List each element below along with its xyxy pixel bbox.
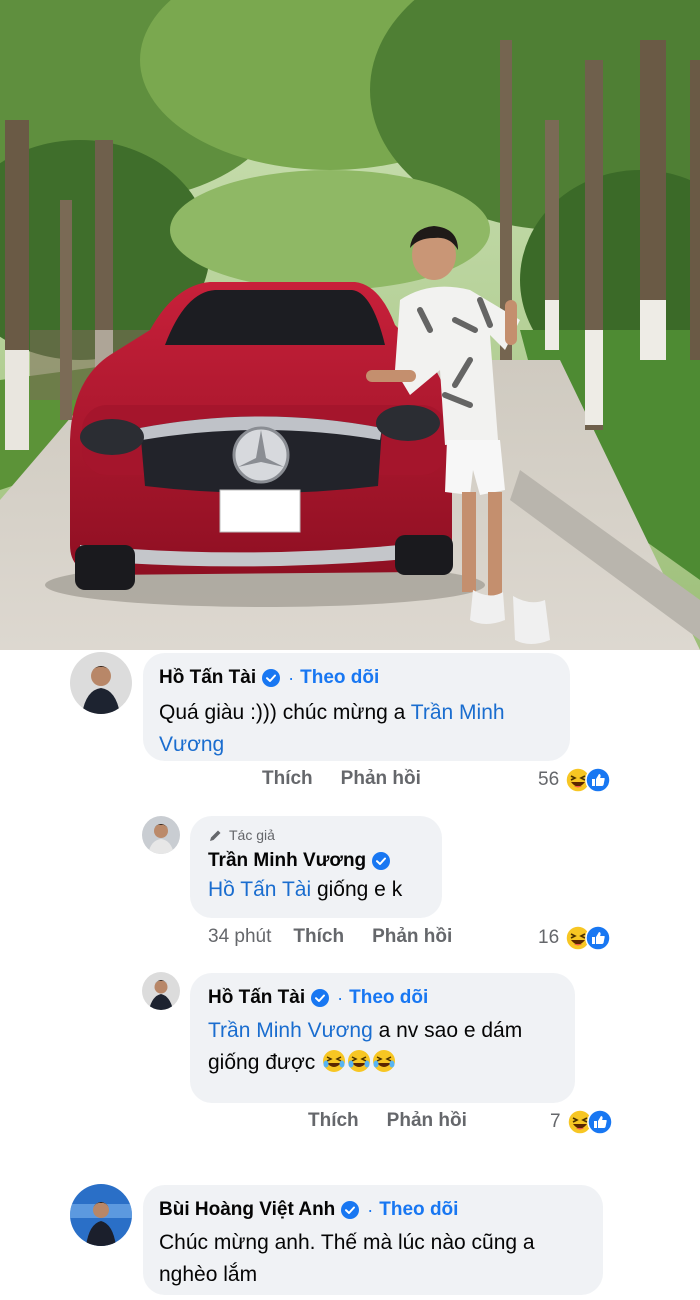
like-button[interactable]: Thích — [262, 768, 313, 790]
comment-text-line: nghèo lắm — [159, 1263, 258, 1286]
like-reaction-icon — [585, 925, 611, 951]
comment-header: Bùi Hoàng Việt Anh · Theo dõi — [159, 1197, 587, 1223]
avatar-image — [70, 652, 132, 714]
comment-header: Hồ Tấn Tài · Theo dõi — [208, 985, 557, 1011]
reaction-summary[interactable]: 16 — [538, 925, 611, 951]
mention-link[interactable]: Trần Minh Vương — [208, 1019, 373, 1042]
car-photo-illustration — [0, 0, 700, 650]
verified-badge-icon — [372, 852, 391, 870]
comment-actions: 34 phút Thích Phản hồi — [208, 926, 480, 948]
comment-text: Trần Minh Vương a nv sao e dám giống đượ… — [208, 1015, 557, 1079]
comment-header: Trần Minh Vương — [208, 848, 424, 874]
separator-dot: · — [367, 1200, 374, 1220]
reply-button[interactable]: Phản hồi — [341, 768, 421, 790]
reaction-count: 7 — [550, 1111, 561, 1132]
like-button[interactable]: Thích — [293, 926, 344, 948]
comment-bubble: Bùi Hoàng Việt Anh · Theo dõi Chúc mừng … — [143, 1185, 603, 1295]
comment-section: Hồ Tấn Tài · Theo dõi Quá giàu :))) chúc… — [0, 650, 700, 1300]
pencil-icon — [210, 830, 221, 841]
reaction-summary[interactable]: 56 — [538, 767, 611, 793]
laughing-emoji-icon — [322, 1049, 346, 1073]
follow-button[interactable]: Theo dõi — [379, 1197, 458, 1223]
author-badge-label: Tác giả — [229, 827, 275, 843]
comment-actions: Thích Phản hồi — [308, 1110, 495, 1132]
avatar[interactable] — [142, 972, 180, 1010]
follow-button[interactable]: Theo dõi — [349, 985, 428, 1011]
reply-button[interactable]: Phản hồi — [372, 926, 452, 948]
comment-text-line: Chúc mừng anh. Thế mà lúc nào cũng a — [159, 1231, 535, 1254]
comment-timestamp[interactable]: 34 phút — [208, 926, 271, 948]
reaction-count: 16 — [538, 927, 560, 948]
follow-button[interactable]: Theo dõi — [300, 665, 379, 691]
separator-dot: · — [288, 668, 295, 688]
avatar-image — [142, 816, 180, 854]
comment-bubble: Hồ Tấn Tài · Theo dõi Trần Minh Vương a … — [190, 973, 575, 1103]
laughing-emoji-icon — [372, 1049, 396, 1073]
verified-badge-icon — [262, 669, 281, 687]
comment-text-plain: a nv sao e dám — [372, 1019, 523, 1042]
author-badge: Tác giả — [208, 826, 424, 844]
verified-badge-icon — [341, 1201, 360, 1219]
avatar-image — [142, 972, 180, 1010]
reply-button[interactable]: Phản hồi — [387, 1110, 467, 1132]
separator-dot: · — [337, 988, 344, 1008]
comment-author[interactable]: Bùi Hoàng Việt Anh — [159, 1197, 335, 1223]
comment-author[interactable]: Trần Minh Vương — [208, 848, 366, 874]
mention-link[interactable]: Hồ Tấn Tài — [208, 878, 311, 901]
comment-bubble: Hồ Tấn Tài · Theo dõi Quá giàu :))) chúc… — [143, 653, 570, 761]
like-button[interactable]: Thích — [308, 1110, 359, 1132]
avatar[interactable] — [142, 816, 180, 854]
like-reaction-icon — [585, 767, 611, 793]
reaction-summary[interactable]: 7 — [550, 1109, 613, 1135]
comment-text: Hồ Tấn Tài giống e k — [208, 874, 424, 906]
verified-badge-icon — [311, 989, 330, 1007]
laughing-emoji-icon — [347, 1049, 371, 1073]
comment-text: Quá giàu :))) chúc mừng a Trần Minh Vươn… — [159, 697, 559, 761]
comment-header: Hồ Tấn Tài · Theo dõi — [159, 665, 554, 691]
post-photo[interactable] — [0, 0, 700, 650]
comment-actions: Thích Phản hồi — [262, 768, 449, 790]
comment-text: Chúc mừng anh. Thế mà lúc nào cũng a ngh… — [159, 1227, 587, 1291]
comment-text-plain: giống được — [208, 1051, 322, 1074]
comment-bubble: Tác giả Trần Minh Vương Hồ Tấn Tài giống… — [190, 816, 442, 918]
avatar-image — [70, 1184, 132, 1246]
reaction-count: 56 — [538, 769, 560, 790]
avatar[interactable] — [70, 1184, 132, 1246]
comment-text-plain: Quá giàu :))) chúc mừng a — [159, 701, 411, 724]
comment-author[interactable]: Hồ Tấn Tài — [159, 665, 256, 691]
comment-author[interactable]: Hồ Tấn Tài — [208, 985, 305, 1011]
comment-text-plain: giống e k — [311, 878, 403, 901]
like-reaction-icon — [586, 1109, 613, 1135]
avatar[interactable] — [70, 652, 132, 714]
